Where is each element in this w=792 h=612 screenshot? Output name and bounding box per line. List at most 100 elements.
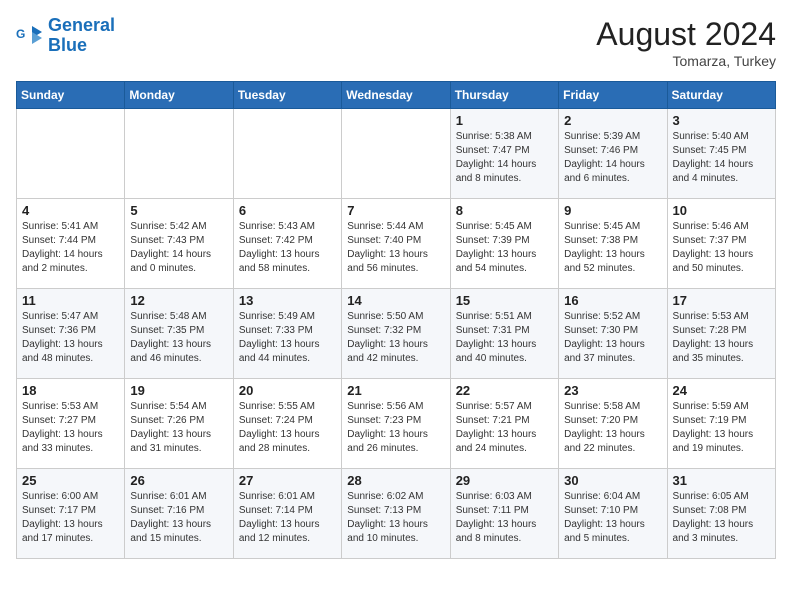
- day-info: Sunrise: 5:54 AM Sunset: 7:26 PM Dayligh…: [130, 400, 227, 456]
- calendar-cell: 6 Sunrise: 5:43 AM Sunset: 7:42 PM Daylig…: [233, 199, 341, 289]
- day-number: 31: [673, 473, 770, 488]
- day-number: 14: [347, 293, 444, 308]
- calendar-header: SundayMondayTuesdayWednesdayThursdayFrid…: [17, 82, 776, 109]
- calendar-cell: 25Sunrise: 6:00 AM Sunset: 7:17 PM Dayli…: [17, 469, 125, 559]
- calendar-cell: 1 Sunrise: 5:38 AM Sunset: 7:47 PM Daylig…: [450, 109, 558, 199]
- weekday-header: Wednesday: [342, 82, 450, 109]
- calendar-cell: 21 Sunrise: 5:56 AM Sunset: 7:23 PM Dayli…: [342, 379, 450, 469]
- day-number: 17: [673, 293, 770, 308]
- calendar-cell: 29 Sunrise: 6:03 AM Sunset: 7:11 PM Dayli…: [450, 469, 558, 559]
- calendar-cell: 13Sunrise: 5:49 AM Sunset: 7:33 PM Dayli…: [233, 289, 341, 379]
- day-info: Sunrise: 6:01 AM Sunset: 7:16 PM Dayligh…: [130, 490, 227, 546]
- day-number: 2: [564, 113, 661, 128]
- day-info: Sunrise: 5:59 AM Sunset: 7:19 PM Dayligh…: [673, 400, 770, 456]
- day-number: 9: [564, 203, 661, 218]
- logo-icon: G: [16, 22, 44, 50]
- logo-line1: General: [48, 15, 115, 35]
- day-info: Sunrise: 5:42 AM Sunset: 7:43 PM Dayligh…: [130, 220, 227, 276]
- day-number: 8: [456, 203, 553, 218]
- day-info: Sunrise: 6:02 AM Sunset: 7:13 PM Dayligh…: [347, 490, 444, 546]
- calendar-cell: 7Sunrise: 5:44 AM Sunset: 7:40 PM Daylig…: [342, 199, 450, 289]
- calendar-cell: 5Sunrise: 5:42 AM Sunset: 7:43 PM Daylig…: [125, 199, 233, 289]
- weekday-header: Thursday: [450, 82, 558, 109]
- calendar-cell: 20Sunrise: 5:55 AM Sunset: 7:24 PM Dayli…: [233, 379, 341, 469]
- day-info: Sunrise: 5:57 AM Sunset: 7:21 PM Dayligh…: [456, 400, 553, 456]
- calendar-cell: 12 Sunrise: 5:48 AM Sunset: 7:35 PM Dayli…: [125, 289, 233, 379]
- weekday-row: SundayMondayTuesdayWednesdayThursdayFrid…: [17, 82, 776, 109]
- day-number: 16: [564, 293, 661, 308]
- day-info: Sunrise: 5:43 AM Sunset: 7:42 PM Dayligh…: [239, 220, 336, 276]
- calendar-cell: 17 Sunrise: 5:53 AM Sunset: 7:28 PM Dayli…: [667, 289, 775, 379]
- calendar-week-row: 25Sunrise: 6:00 AM Sunset: 7:17 PM Dayli…: [17, 469, 776, 559]
- calendar-cell: [342, 109, 450, 199]
- day-info: Sunrise: 5:53 AM Sunset: 7:27 PM Dayligh…: [22, 400, 119, 456]
- day-info: Sunrise: 5:56 AM Sunset: 7:23 PM Dayligh…: [347, 400, 444, 456]
- title-block: August 2024 Tomarza, Turkey: [596, 16, 776, 69]
- calendar-cell: 27Sunrise: 6:01 AM Sunset: 7:14 PM Dayli…: [233, 469, 341, 559]
- day-info: Sunrise: 5:51 AM Sunset: 7:31 PM Dayligh…: [456, 310, 553, 366]
- day-number: 19: [130, 383, 227, 398]
- day-info: Sunrise: 5:45 AM Sunset: 7:38 PM Dayligh…: [564, 220, 661, 276]
- day-info: Sunrise: 5:46 AM Sunset: 7:37 PM Dayligh…: [673, 220, 770, 276]
- weekday-header: Sunday: [17, 82, 125, 109]
- day-number: 12: [130, 293, 227, 308]
- day-number: 6: [239, 203, 336, 218]
- day-info: Sunrise: 6:04 AM Sunset: 7:10 PM Dayligh…: [564, 490, 661, 546]
- calendar-cell: 10 Sunrise: 5:46 AM Sunset: 7:37 PM Dayli…: [667, 199, 775, 289]
- day-number: 29: [456, 473, 553, 488]
- day-info: Sunrise: 5:38 AM Sunset: 7:47 PM Dayligh…: [456, 130, 553, 186]
- day-number: 21: [347, 383, 444, 398]
- day-number: 24: [673, 383, 770, 398]
- day-info: Sunrise: 6:05 AM Sunset: 7:08 PM Dayligh…: [673, 490, 770, 546]
- day-info: Sunrise: 5:47 AM Sunset: 7:36 PM Dayligh…: [22, 310, 119, 366]
- calendar-table: SundayMondayTuesdayWednesdayThursdayFrid…: [16, 81, 776, 559]
- calendar-cell: 28Sunrise: 6:02 AM Sunset: 7:13 PM Dayli…: [342, 469, 450, 559]
- calendar-cell: 15 Sunrise: 5:51 AM Sunset: 7:31 PM Dayli…: [450, 289, 558, 379]
- calendar-cell: 9 Sunrise: 5:45 AM Sunset: 7:38 PM Daylig…: [559, 199, 667, 289]
- day-info: Sunrise: 5:40 AM Sunset: 7:45 PM Dayligh…: [673, 130, 770, 186]
- day-number: 27: [239, 473, 336, 488]
- weekday-header: Saturday: [667, 82, 775, 109]
- logo: G General Blue: [16, 16, 115, 56]
- calendar-cell: 19 Sunrise: 5:54 AM Sunset: 7:26 PM Dayli…: [125, 379, 233, 469]
- day-info: Sunrise: 6:00 AM Sunset: 7:17 PM Dayligh…: [22, 490, 119, 546]
- calendar-cell: 14 Sunrise: 5:50 AM Sunset: 7:32 PM Dayli…: [342, 289, 450, 379]
- day-info: Sunrise: 5:45 AM Sunset: 7:39 PM Dayligh…: [456, 220, 553, 276]
- day-number: 10: [673, 203, 770, 218]
- svg-text:G: G: [16, 27, 25, 41]
- day-info: Sunrise: 5:58 AM Sunset: 7:20 PM Dayligh…: [564, 400, 661, 456]
- calendar-cell: 16Sunrise: 5:52 AM Sunset: 7:30 PM Dayli…: [559, 289, 667, 379]
- day-number: 11: [22, 293, 119, 308]
- calendar-cell: [125, 109, 233, 199]
- calendar-cell: [17, 109, 125, 199]
- calendar-cell: 11 Sunrise: 5:47 AM Sunset: 7:36 PM Dayli…: [17, 289, 125, 379]
- page-header: G General Blue August 2024 Tomarza, Turk…: [16, 16, 776, 69]
- day-number: 23: [564, 383, 661, 398]
- day-info: Sunrise: 5:53 AM Sunset: 7:28 PM Dayligh…: [673, 310, 770, 366]
- logo-line2: Blue: [48, 35, 87, 55]
- location: Tomarza, Turkey: [596, 53, 776, 69]
- day-number: 15: [456, 293, 553, 308]
- calendar-cell: 30Sunrise: 6:04 AM Sunset: 7:10 PM Dayli…: [559, 469, 667, 559]
- day-info: Sunrise: 6:03 AM Sunset: 7:11 PM Dayligh…: [456, 490, 553, 546]
- day-info: Sunrise: 5:55 AM Sunset: 7:24 PM Dayligh…: [239, 400, 336, 456]
- calendar-cell: 18 Sunrise: 5:53 AM Sunset: 7:27 PM Dayli…: [17, 379, 125, 469]
- weekday-header: Monday: [125, 82, 233, 109]
- day-info: Sunrise: 5:50 AM Sunset: 7:32 PM Dayligh…: [347, 310, 444, 366]
- day-info: Sunrise: 5:41 AM Sunset: 7:44 PM Dayligh…: [22, 220, 119, 276]
- day-number: 3: [673, 113, 770, 128]
- calendar-cell: 2Sunrise: 5:39 AM Sunset: 7:46 PM Daylig…: [559, 109, 667, 199]
- calendar-cell: 23 Sunrise: 5:58 AM Sunset: 7:20 PM Dayli…: [559, 379, 667, 469]
- day-number: 4: [22, 203, 119, 218]
- day-number: 26: [130, 473, 227, 488]
- logo-text: General Blue: [48, 16, 115, 56]
- day-info: Sunrise: 5:48 AM Sunset: 7:35 PM Dayligh…: [130, 310, 227, 366]
- day-number: 22: [456, 383, 553, 398]
- calendar-cell: 31 Sunrise: 6:05 AM Sunset: 7:08 PM Dayli…: [667, 469, 775, 559]
- calendar-cell: 22 Sunrise: 5:57 AM Sunset: 7:21 PM Dayli…: [450, 379, 558, 469]
- day-number: 1: [456, 113, 553, 128]
- weekday-header: Tuesday: [233, 82, 341, 109]
- calendar-cell: 4 Sunrise: 5:41 AM Sunset: 7:44 PM Daylig…: [17, 199, 125, 289]
- day-number: 18: [22, 383, 119, 398]
- calendar-week-row: 4 Sunrise: 5:41 AM Sunset: 7:44 PM Daylig…: [17, 199, 776, 289]
